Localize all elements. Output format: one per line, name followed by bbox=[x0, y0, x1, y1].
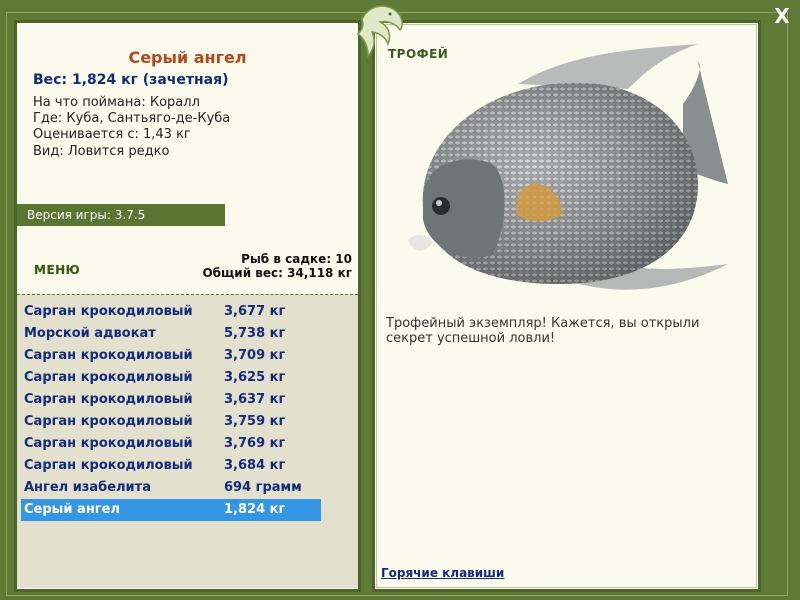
cage-count: Рыб в садке: 10 bbox=[241, 252, 352, 266]
catch-list-item[interactable]: Сарган крокодиловый 3,769 кг bbox=[21, 433, 321, 455]
cage-summary: Рыб в садке: 10 Общий вес: 34,118 кг bbox=[202, 252, 352, 280]
catch-weight: 3,759 кг bbox=[224, 414, 286, 429]
catch-list-item[interactable]: Ангел изабелита 694 грамм bbox=[21, 477, 321, 499]
catch-name: Сарган крокодиловый bbox=[24, 348, 193, 363]
catch-weight: 1,824 кг bbox=[224, 502, 286, 517]
catch-list-item[interactable]: Сарган крокодиловый 3,625 кг bbox=[21, 367, 321, 389]
catch-name: Сарган крокодиловый bbox=[24, 370, 193, 385]
catch-name: Серый ангел bbox=[24, 502, 120, 517]
fish-rarity: Вид: Ловится редко bbox=[33, 144, 170, 159]
catch-weight: 5,738 кг bbox=[224, 326, 286, 341]
catch-list-item[interactable]: Сарган крокодиловый 3,709 кг bbox=[21, 345, 321, 367]
catch-name: Морской адвокат bbox=[24, 326, 156, 341]
catch-list-item[interactable]: Сарган крокодиловый 3,637 кг bbox=[21, 389, 321, 411]
fish-location: Где: Куба, Сантьяго-де-Куба bbox=[33, 111, 231, 126]
catch-list-item[interactable]: Морской адвокат 5,738 кг bbox=[21, 323, 321, 345]
catch-weight: 3,677 кг bbox=[224, 304, 286, 319]
catch-name: Сарган крокодиловый bbox=[24, 458, 193, 473]
game-version: Версия игры: 3.7.5 bbox=[17, 204, 225, 226]
catch-name: Сарган крокодиловый bbox=[24, 392, 193, 407]
catch-list-item[interactable]: Сарган крокодиловый 3,684 кг bbox=[21, 455, 321, 477]
catch-weight: 3,769 кг bbox=[224, 436, 286, 451]
catch-list-item[interactable]: Серый ангел 1,824 кг bbox=[21, 499, 321, 521]
catch-name: Сарган крокодиловый bbox=[24, 304, 193, 319]
catch-weight: 3,637 кг bbox=[224, 392, 286, 407]
fish-title: Серый ангел bbox=[128, 48, 247, 67]
catch-weight: 3,684 кг bbox=[224, 458, 286, 473]
close-button[interactable]: X bbox=[770, 4, 794, 28]
menu-button[interactable]: МЕНЮ bbox=[34, 263, 80, 277]
grey-angelfish-image bbox=[408, 44, 728, 290]
catch-name: Ангел изабелита bbox=[24, 480, 151, 495]
fish-value-threshold: Оценивается с: 1,43 кг bbox=[33, 127, 191, 142]
catch-name: Сарган крокодиловый bbox=[24, 414, 193, 429]
catch-list-item[interactable]: Сарган крокодиловый 3,677 кг bbox=[21, 301, 321, 323]
catch-weight: 3,709 кг bbox=[224, 348, 286, 363]
fish-weight: Вес: 1,824 кг (зачетная) bbox=[33, 72, 229, 88]
catch-weight: 694 грамм bbox=[224, 480, 302, 495]
fish-bait: На что поймана: Коралл bbox=[33, 95, 200, 110]
trophy-description: Трофейный экземпляр! Кажется, вы открыли… bbox=[386, 316, 700, 346]
catch-weight: 3,625 кг bbox=[224, 370, 286, 385]
hotkeys-link[interactable]: Горячие клавиши bbox=[381, 566, 504, 580]
catch-list-item[interactable]: Сарган крокодиловый 3,759 кг bbox=[21, 411, 321, 433]
catch-name: Сарган крокодиловый bbox=[24, 436, 193, 451]
cage-total-weight: Общий вес: 34,118 кг bbox=[202, 266, 352, 280]
